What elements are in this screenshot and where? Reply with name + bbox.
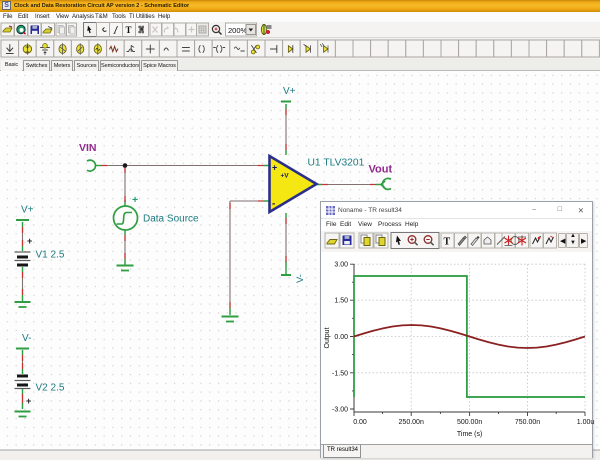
svg-text:-3.00: -3.00 [332, 407, 348, 414]
svg-text:V+: V+ [21, 205, 34, 216]
svg-text:+: + [132, 194, 138, 206]
svg-text:V2 2.5: V2 2.5 [36, 383, 65, 394]
svg-text:+V: +V [281, 173, 290, 180]
svg-text:0.00: 0.00 [353, 419, 367, 426]
svg-text:VIN: VIN [79, 142, 97, 154]
svg-text:U1 TLV3201: U1 TLV3201 [308, 158, 365, 169]
svg-text:250.00n: 250.00n [399, 419, 424, 426]
svg-text:+: + [27, 236, 32, 246]
svg-text:0.00: 0.00 [334, 334, 348, 341]
svg-text:V+: V+ [283, 86, 296, 97]
svg-text:V-: V- [295, 274, 306, 283]
svg-text:Data Source: Data Source [143, 214, 199, 225]
svg-text:V1 2.5: V1 2.5 [36, 250, 65, 261]
svg-text:Output: Output [324, 327, 331, 348]
svg-text:-: - [272, 199, 275, 210]
svg-text:+: + [272, 163, 277, 173]
svg-text:V-: V- [22, 333, 31, 344]
svg-text:200%: 200% [228, 26, 248, 35]
svg-text:3.00: 3.00 [334, 262, 348, 269]
svg-text:T: T [126, 25, 132, 35]
svg-text:Time (s): Time (s) [457, 431, 482, 438]
svg-text:-1.50: -1.50 [332, 370, 348, 377]
svg-text:+: + [26, 396, 31, 406]
svg-text:500.00n: 500.00n [457, 419, 482, 426]
svg-text:1.00u: 1.00u [577, 419, 594, 426]
svg-text:1.50: 1.50 [334, 298, 348, 305]
svg-text:750.00n: 750.00n [515, 419, 540, 426]
svg-text:Vout: Vout [369, 164, 393, 176]
svg-text:T: T [444, 237, 451, 248]
